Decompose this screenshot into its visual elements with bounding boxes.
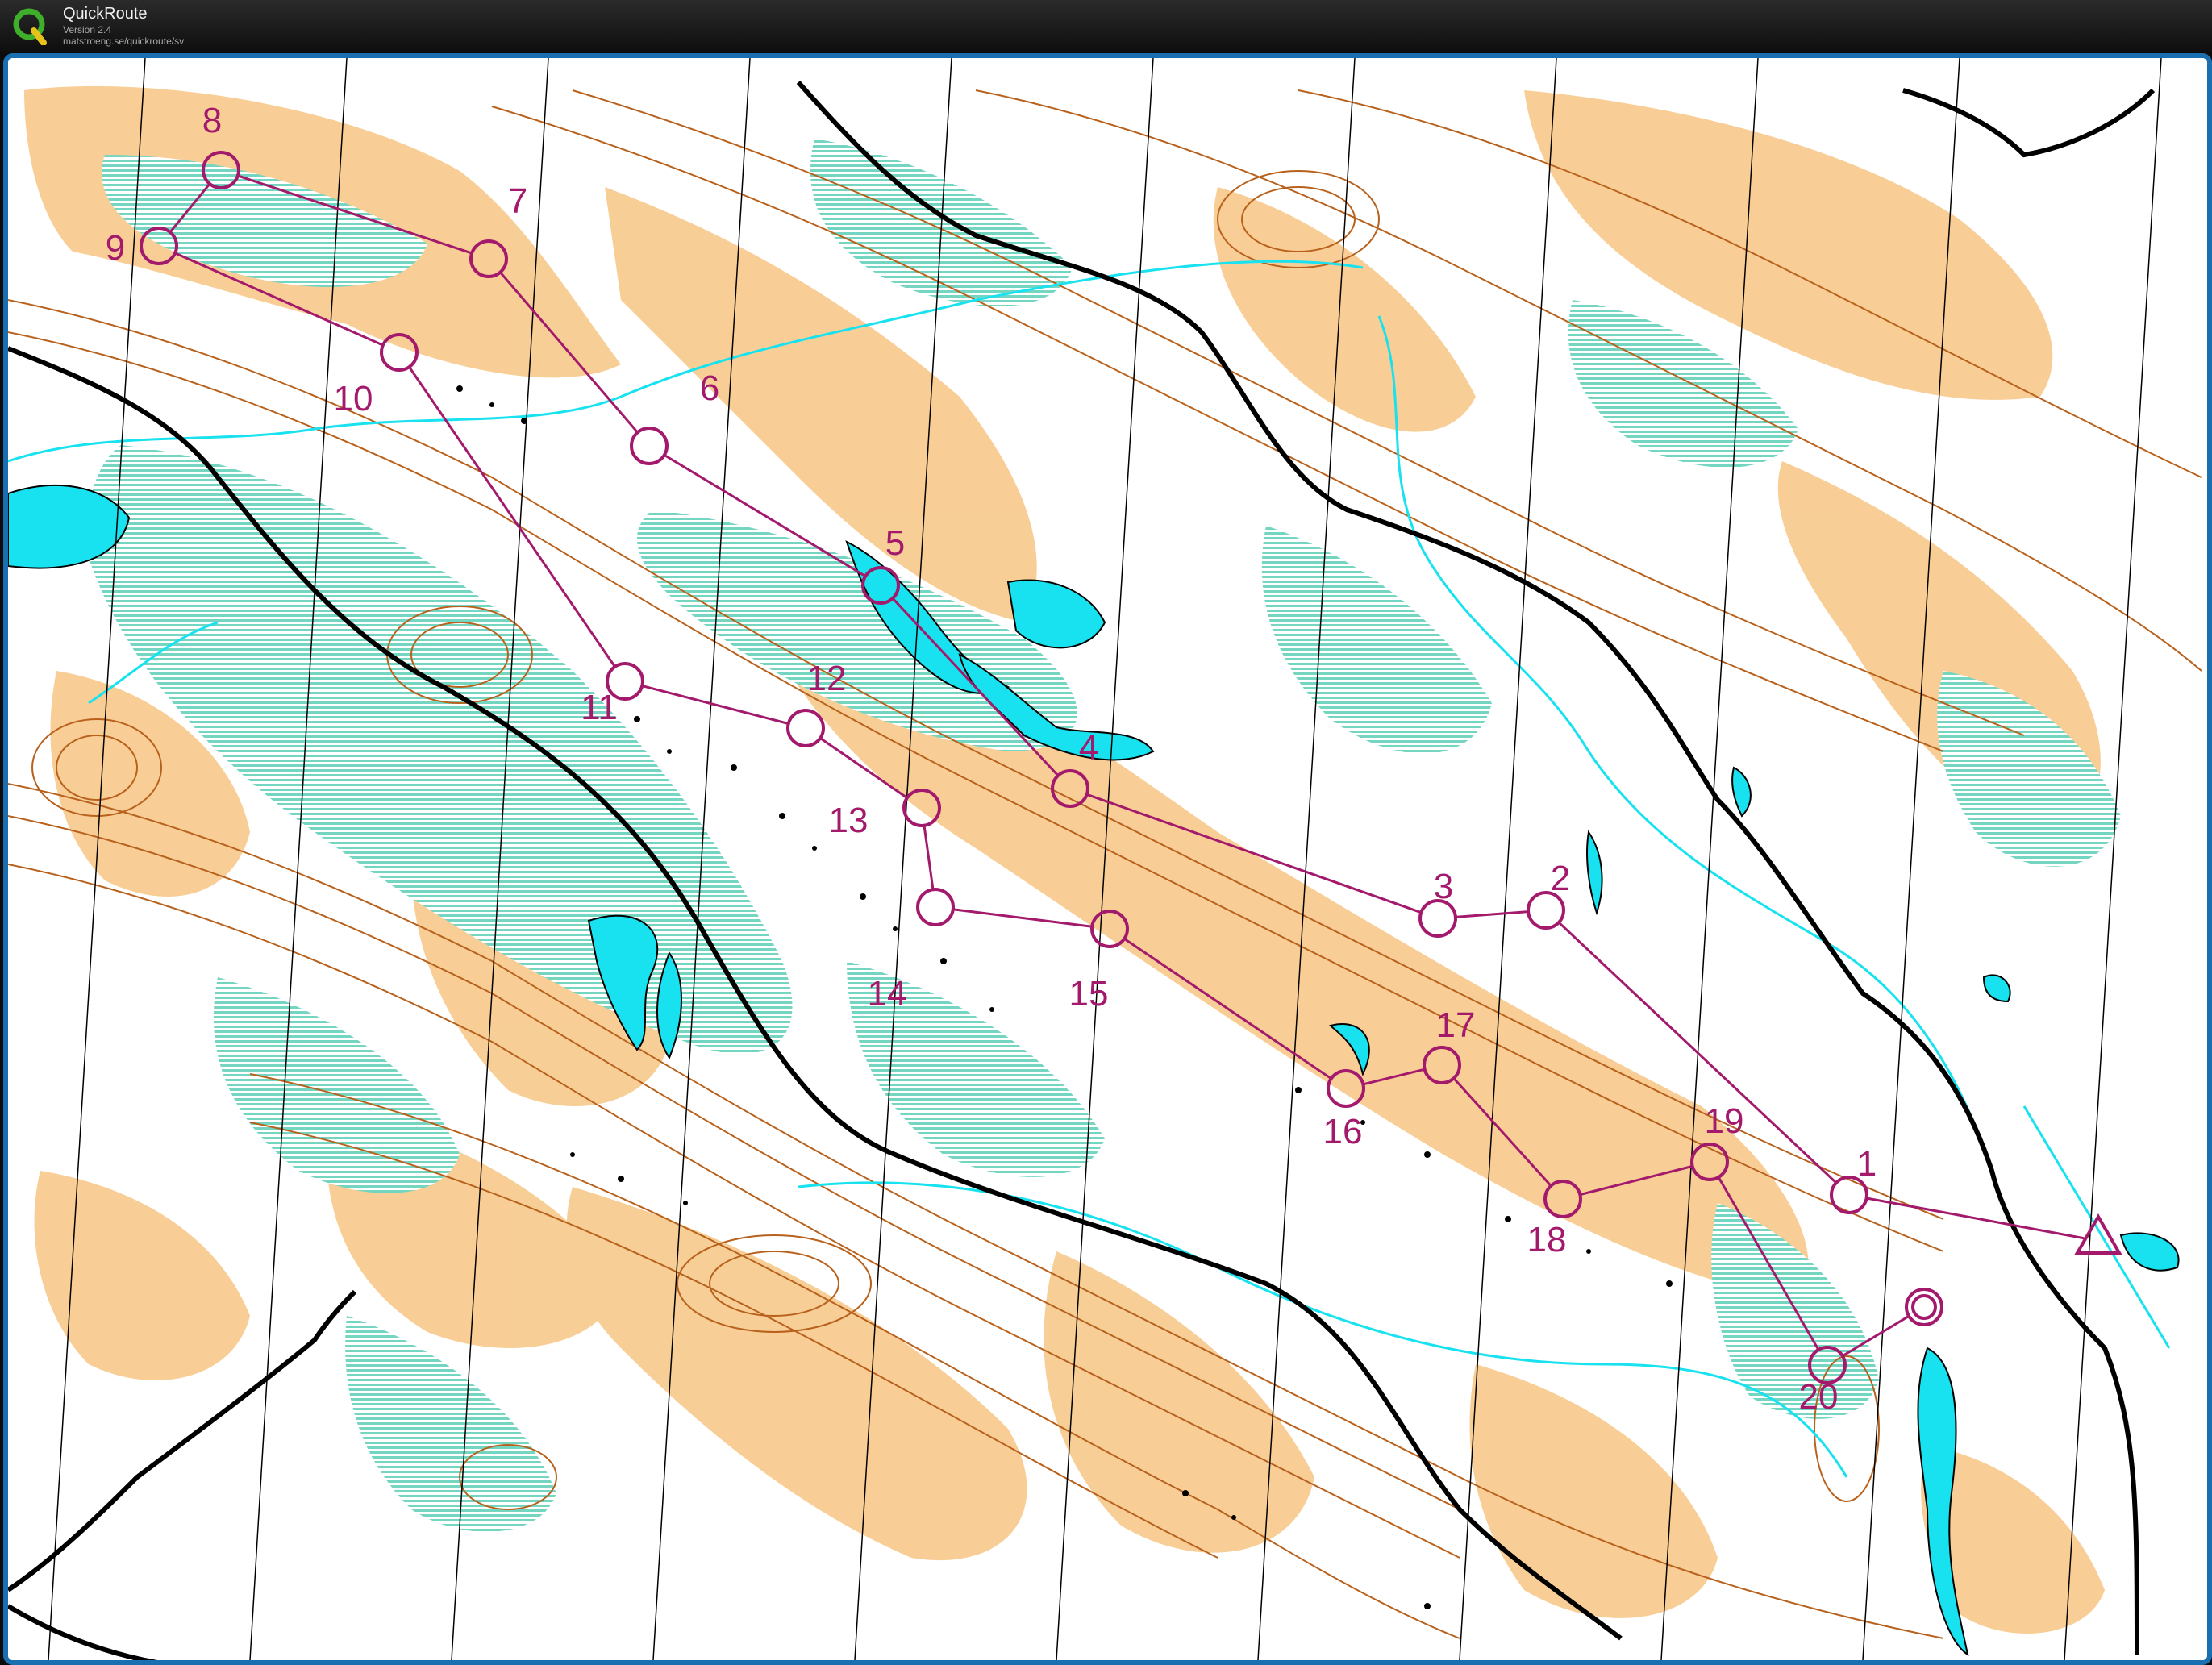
control-number-label: 7	[508, 181, 527, 221]
control-number-label: 20	[1799, 1377, 1839, 1417]
control-number-label: 3	[1434, 867, 1453, 906]
control-number-label: 15	[1069, 974, 1109, 1014]
control-number-label: 18	[1527, 1220, 1567, 1259]
app-title: QuickRoute	[63, 5, 148, 23]
control-number-label: 8	[202, 101, 222, 140]
app-url-link[interactable]: matstroeng.se/quickroute/sv	[63, 35, 184, 47]
control-number-label: 17	[1436, 1005, 1476, 1045]
control-number-label: 5	[885, 523, 905, 563]
control-number-label: 11	[581, 688, 618, 727]
control-number-label: 10	[334, 379, 373, 418]
control-number-label: 9	[106, 228, 125, 268]
orienteering-map[interactable]: 1234567891011121314 151617181920	[8, 58, 2207, 1660]
control-number-label: 1	[1857, 1144, 1877, 1184]
control-number-label: 6	[700, 368, 719, 408]
map-view[interactable]: 1 2 3 4 5 6 7 8 9 10 11 12 13 14 15 16 17 18 19 20	[3, 53, 2212, 1665]
title-bar: QuickRoute Version 2.4 matstroeng.se/qui…	[0, 0, 2212, 52]
control-number-label: 16	[1323, 1112, 1363, 1151]
app-version: Version 2.4	[63, 24, 112, 35]
control-number-label: 12	[807, 659, 847, 698]
control-number-label: 19	[1705, 1101, 1744, 1141]
control-number-label: 2	[1551, 859, 1570, 898]
control-number-label: 4	[1079, 728, 1098, 768]
control-number-label: 13	[829, 801, 869, 840]
quickroute-logo-icon	[13, 8, 47, 45]
control-number-label: 14	[868, 974, 907, 1014]
